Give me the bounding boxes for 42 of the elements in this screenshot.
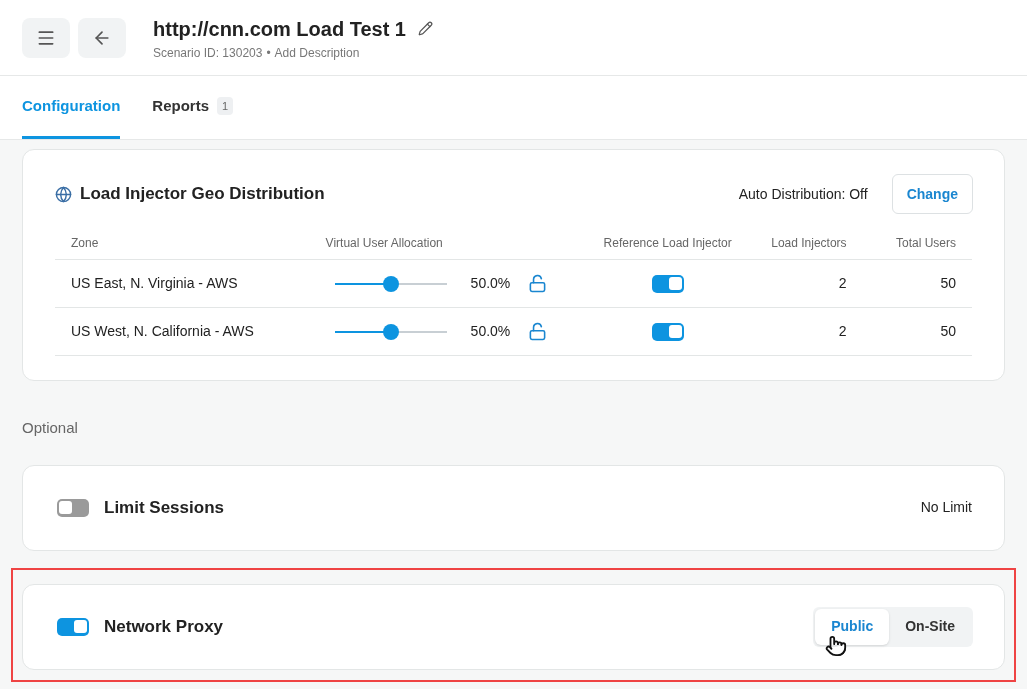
tab[interactable]: Configuration [22,76,121,139]
column-header: Zone [71,235,99,250]
total-users-count: 50 [940,275,956,291]
scenario-id: Scenario ID: 130203 [153,44,263,62]
column-header: Reference Load Injector [603,235,732,250]
change-button[interactable]: Change [891,174,973,214]
total-users-count: 50 [940,323,956,339]
count-badge: 1 [217,96,234,116]
load-injectors-count: 2 [838,275,847,291]
load-injectors-count: 2 [838,323,847,339]
zone-name: US West, N. California - AWS [71,323,254,339]
edit-pencil-icon[interactable] [417,21,433,36]
page-title: http://cnn.com Load Test 1 [153,16,406,42]
unlocked-padlock-icon[interactable] [528,274,548,293]
reference-toggle[interactable] [651,322,684,341]
option-title: Limit Sessions [104,496,224,519]
allocation-percent: 50.0% [470,274,511,293]
column-header: Virtual User Allocation [325,235,443,250]
option-title: Network Proxy [104,615,224,638]
option-toggle[interactable] [57,617,89,636]
option-toggle[interactable] [57,498,89,517]
column-header: Total Users [895,235,956,250]
allocation-percent: 50.0% [470,322,511,341]
menu-button[interactable] [22,17,70,58]
column-header: Load Injectors [771,235,847,250]
section-label: Optional [22,419,78,436]
card-title: Load Injector Geo Distribution [80,183,325,206]
segment-option[interactable]: Public [815,608,890,645]
unlocked-padlock-icon[interactable] [528,322,548,341]
tab[interactable]: Reports 1 [152,76,234,139]
zone-name: US East, N. Virginia - AWS [71,275,238,291]
reference-toggle[interactable] [651,274,684,293]
auto-distribution-status: Auto Distribution: Off [738,184,868,204]
allocation-slider[interactable] [334,323,447,340]
allocation-slider[interactable] [334,275,447,292]
separator-dot: • [266,44,271,62]
hand-cursor-icon [825,634,848,657]
globe-icon [55,185,72,203]
segment-option[interactable]: On-Site [889,608,971,645]
option-value: No Limit [920,498,972,517]
back-button[interactable] [78,17,126,58]
add-description-link[interactable]: Add Description [274,43,360,62]
